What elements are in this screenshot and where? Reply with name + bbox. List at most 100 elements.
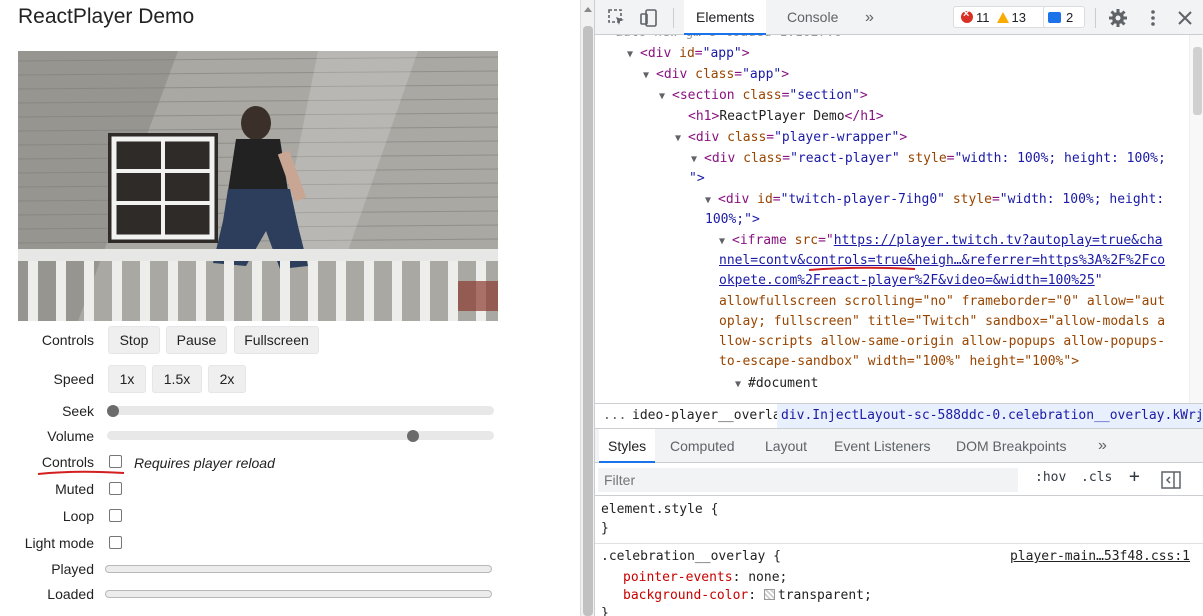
dom-line-iframe-attrs-3: llow-scripts allow-same-origin allow-pop… xyxy=(719,334,1166,349)
iframe-src-link-2[interactable]: nnel=contv&controls=true&heigh…&referrer… xyxy=(719,253,1165,268)
tab-computed[interactable]: Computed xyxy=(661,429,744,463)
red-underline-annotation xyxy=(37,470,125,475)
seek-label: Seek xyxy=(62,403,94,419)
styles-filter-bar: :hov .cls + xyxy=(595,463,1203,496)
expand-triangle-icon[interactable]: ▼ xyxy=(705,191,718,211)
dom-node-h1[interactable]: <h1>ReactPlayer Demo</h1> xyxy=(688,107,884,127)
breadcrumb-ellipsis-right[interactable]: ... xyxy=(1179,404,1202,428)
dom-tree-scrollbar-thumb[interactable] xyxy=(1193,47,1202,115)
expand-triangle-icon[interactable]: ▼ xyxy=(627,45,640,65)
styles-filter-input[interactable] xyxy=(598,468,1018,492)
warning-icon xyxy=(996,11,1009,23)
dom-line-iframe-src-2: nnel=contv&controls=true&heigh…&referrer… xyxy=(719,251,1165,271)
styles-pane: element.style { } .celebration__overlay … xyxy=(595,496,1203,616)
demo-page: ReactPlayer Demo Controls Stop Pause Ful… xyxy=(0,0,580,616)
tab-event-listeners[interactable]: Event Listeners xyxy=(825,429,940,463)
message-icon xyxy=(1048,11,1061,23)
page-scrollbar[interactable] xyxy=(580,0,594,616)
controls-checkbox[interactable] xyxy=(109,455,122,468)
volume-slider[interactable] xyxy=(107,429,494,442)
expand-triangle-icon[interactable]: ▼ xyxy=(675,129,688,149)
toolbar-divider-2 xyxy=(1095,8,1096,28)
page-title: ReactPlayer Demo xyxy=(18,5,195,28)
dom-line-iframe-src-3: okpete.com%2Freact-player%2F&video=&widt… xyxy=(719,273,1103,288)
devtools-toolbar: Elements Console » × 11 13 2 xyxy=(595,0,1203,35)
page-scrollbar-thumb[interactable] xyxy=(583,26,593,616)
tab-dom-breakpoints[interactable]: DOM Breakpoints xyxy=(947,429,1075,463)
light-mode-checkbox[interactable] xyxy=(109,536,122,549)
volume-slider-thumb[interactable] xyxy=(407,429,419,442)
seek-slider-thumb[interactable] xyxy=(107,404,119,417)
rule-element-style-close: } xyxy=(601,521,609,536)
loop-checkbox[interactable] xyxy=(109,509,122,522)
breadcrumb-ellipsis-left[interactable]: ... xyxy=(603,404,626,428)
tab-elements[interactable]: Elements xyxy=(684,0,767,35)
rule-source-link[interactable]: player-main…53f48.css:1 xyxy=(1010,547,1190,566)
breadcrumb: ... ideo-player__overlay div.InjectLayou… xyxy=(595,403,1203,429)
stop-button[interactable]: Stop xyxy=(108,326,160,354)
declaration-pointer-events[interactable]: pointer-events: none; xyxy=(623,568,787,587)
dom-node-div-app-id[interactable]: ▼ <div id="app"> xyxy=(627,44,750,64)
loaded-progress xyxy=(105,590,492,598)
speed-1x-button[interactable]: 1x xyxy=(108,365,146,393)
more-panels-chevron-icon[interactable]: » xyxy=(1089,429,1116,463)
expand-triangle-icon[interactable]: ▼ xyxy=(735,375,748,395)
color-swatch-icon[interactable] xyxy=(763,589,775,600)
devtools-panel: Elements Console » × 11 13 2 ▼ <div id="… xyxy=(594,0,1203,616)
class-toggle[interactable]: .cls xyxy=(1081,470,1112,485)
settings-gear-icon[interactable] xyxy=(1108,8,1128,28)
played-label: Played xyxy=(51,561,94,577)
dom-tree-scrollbar[interactable] xyxy=(1189,35,1203,403)
dom-line-iframe-attrs-4: to-escape-sandbox" width="100%" height="… xyxy=(719,354,1080,369)
pause-button[interactable]: Pause xyxy=(166,326,227,354)
video-frame-image xyxy=(18,51,498,321)
played-progress xyxy=(105,565,492,573)
inspect-element-icon[interactable] xyxy=(607,8,627,28)
warning-count: 13 xyxy=(1011,9,1026,25)
light-mode-label: Light mode xyxy=(24,535,94,551)
iframe-src-link-3[interactable]: okpete.com%2Freact-player%2F&video=&widt… xyxy=(719,273,1095,288)
close-devtools-icon[interactable] xyxy=(1175,8,1195,28)
toolbar-divider xyxy=(673,8,674,28)
expand-triangle-icon[interactable]: ▼ xyxy=(659,87,672,107)
scroll-up-arrow-icon[interactable] xyxy=(584,7,592,12)
dom-line-truncated: auto new g… s loaded 1.1027.0 xyxy=(615,35,842,43)
muted-checkbox[interactable] xyxy=(109,482,122,495)
controls-reload-note: Requires player reload xyxy=(134,455,275,471)
messages-badge[interactable]: 2 xyxy=(1043,6,1085,28)
dom-node-iframe[interactable]: ▼ <iframe src="https://player.twitch.tv?a… xyxy=(719,231,1163,251)
expand-triangle-icon[interactable]: ▼ xyxy=(719,232,732,252)
more-options-icon[interactable] xyxy=(1143,8,1163,28)
fullscreen-button[interactable]: Fullscreen xyxy=(234,326,319,354)
dom-node-player-wrapper[interactable]: ▼ <div class="player-wrapper"> xyxy=(675,128,907,148)
declaration-background-color[interactable]: background-color: transparent; xyxy=(623,586,872,605)
tab-layout[interactable]: Layout xyxy=(756,429,816,463)
expand-triangle-icon[interactable]: ▼ xyxy=(643,66,656,86)
breadcrumb-item-overlay[interactable]: ideo-player__overlay xyxy=(632,404,789,428)
speed-2x-button[interactable]: 2x xyxy=(208,365,246,393)
device-toolbar-icon[interactable] xyxy=(639,8,659,28)
new-style-rule-plus-icon[interactable]: + xyxy=(1129,466,1140,487)
dom-node-section[interactable]: ▼ <section class="section"> xyxy=(659,86,868,106)
iframe-src-link[interactable]: https://player.twitch.tv?autoplay=true&c… xyxy=(834,233,1163,248)
toggle-sidebar-icon[interactable] xyxy=(1161,471,1181,489)
breadcrumb-item-selected[interactable]: div.InjectLayout-sc-588ddc-0.celebration… xyxy=(777,404,1203,428)
dom-tree: auto new g… s loaded 1.1027.0 ▼<div id="… xyxy=(595,35,1189,403)
rule-celebration-selector[interactable]: .celebration__overlay { xyxy=(601,547,781,566)
dom-node-div-app-class[interactable]: ▼ <div class="app"> xyxy=(643,65,789,85)
dom-node-document[interactable]: ▼ #document xyxy=(735,374,818,394)
tab-styles[interactable]: Styles xyxy=(599,429,656,463)
video-player[interactable] xyxy=(18,51,498,321)
muted-label: Muted xyxy=(55,481,94,497)
tab-console[interactable]: Console xyxy=(775,0,850,35)
dom-node-twitch-player[interactable]: ▼ <div id="twitch-player-7ihg0" style="wi… xyxy=(705,190,1164,210)
dom-line-twitch-close: 100%;"> xyxy=(705,212,760,227)
expand-triangle-icon[interactable]: ▼ xyxy=(691,150,704,170)
rule-element-style-selector[interactable]: element.style { xyxy=(601,500,718,519)
hover-state-toggle[interactable]: :hov xyxy=(1035,470,1066,485)
seek-slider[interactable] xyxy=(107,404,494,417)
dom-node-react-player[interactable]: ▼ <div class="react-player" style="width:… xyxy=(691,149,1166,169)
dom-line-react-player-close: "> xyxy=(689,171,705,186)
more-tabs-chevron-icon[interactable]: » xyxy=(853,0,886,35)
speed-1-5x-button[interactable]: 1.5x xyxy=(152,365,202,393)
